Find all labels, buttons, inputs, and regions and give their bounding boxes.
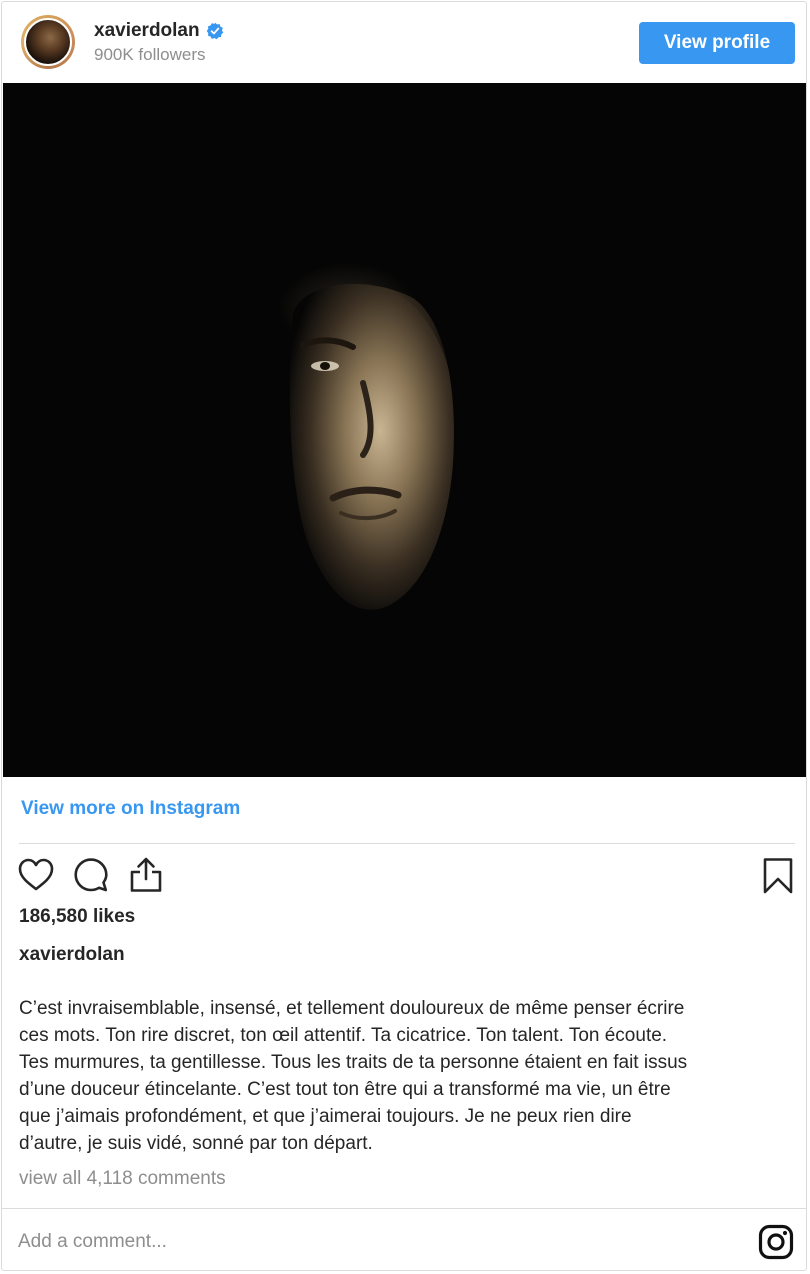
caption-line: C’est invraisemblable, insensé, et telle… xyxy=(19,998,685,1019)
divider xyxy=(19,843,795,844)
caption-line: que j’aimais profondément, et que j’aime… xyxy=(19,1106,632,1127)
portrait-photo-icon xyxy=(3,83,806,777)
share-icon[interactable] xyxy=(128,856,164,894)
verified-badge-icon xyxy=(206,22,223,40)
comment-icon[interactable] xyxy=(73,857,109,893)
like-count[interactable]: 186,580 likes xyxy=(19,906,135,928)
view-all-comments-link[interactable]: view all 4,118 comments xyxy=(19,1168,226,1190)
caption-line: ces mots. Ton rire discret, ton œil atte… xyxy=(19,1025,668,1046)
post-header: xavierdolan 900K followers View profile xyxy=(2,2,806,82)
instagram-logo-icon[interactable] xyxy=(758,1224,794,1260)
caption-username[interactable]: xavierdolan xyxy=(19,944,125,966)
username-row: xavierdolan xyxy=(94,20,224,42)
follower-count: 900K followers xyxy=(94,45,206,64)
caption-line: d’autre, je suis vidé, sonné par ton dép… xyxy=(19,1133,373,1154)
post-image[interactable] xyxy=(3,83,806,777)
heart-icon[interactable] xyxy=(18,858,54,892)
comment-bar xyxy=(2,1208,806,1270)
instagram-embed-card: xavierdolan 900K followers View profile xyxy=(1,1,807,1271)
username-link[interactable]: xavierdolan xyxy=(94,20,200,42)
caption-text: C’est invraisemblable, insensé, et telle… xyxy=(19,995,797,1157)
caption-line: d’une douceur étincelante. C’est tout to… xyxy=(19,1079,671,1100)
caption-line: Tes murmures, ta gentillesse. Tous les t… xyxy=(19,1052,688,1073)
view-profile-button[interactable]: View profile xyxy=(639,22,795,64)
comment-input[interactable] xyxy=(18,1227,718,1257)
view-more-link[interactable]: View more on Instagram xyxy=(21,798,240,820)
avatar[interactable] xyxy=(21,15,75,69)
avatar-image xyxy=(24,18,72,66)
bookmark-icon[interactable] xyxy=(762,857,794,895)
